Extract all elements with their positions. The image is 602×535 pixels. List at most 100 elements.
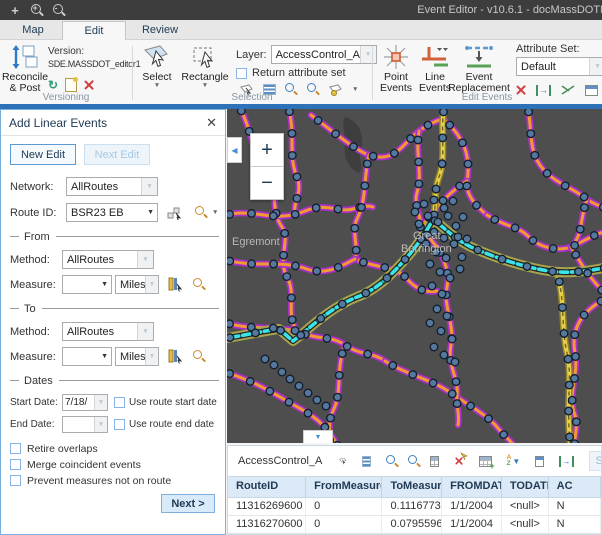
event-point-marker[interactable] bbox=[446, 274, 454, 282]
to-method-dropdown[interactable]: AllRoutes ▼ bbox=[62, 322, 154, 341]
to-units-caret[interactable]: ▼ bbox=[145, 348, 158, 365]
from-measure-zoom-icon[interactable] bbox=[193, 278, 206, 291]
event-point-marker[interactable] bbox=[281, 230, 289, 238]
event-point-marker[interactable] bbox=[430, 196, 438, 204]
event-point-marker[interactable] bbox=[443, 312, 451, 320]
column-header[interactable]: TODATE bbox=[502, 477, 549, 497]
from-measure-caret[interactable]: ▼ bbox=[98, 281, 111, 288]
rectangle-dropdown-caret[interactable]: ▼ bbox=[202, 83, 208, 89]
map-view[interactable]: EgremontGreatBarrington ◀ + − ▼ bbox=[227, 109, 602, 443]
route-pick-icon[interactable] bbox=[167, 206, 183, 220]
event-point-marker[interactable] bbox=[549, 245, 557, 253]
from-units-dropdown[interactable]: Miles ▼ bbox=[115, 275, 159, 294]
table-cell[interactable]: 11316269600 bbox=[228, 498, 306, 515]
reconcile-post-button[interactable]: Reconcile & Post bbox=[4, 44, 46, 94]
event-point-marker[interactable] bbox=[580, 311, 588, 319]
event-point-marker[interactable] bbox=[559, 304, 567, 312]
event-point-marker[interactable] bbox=[333, 441, 341, 443]
zoom-to-selected-icon[interactable] bbox=[386, 455, 393, 468]
event-point-marker[interactable] bbox=[454, 233, 462, 241]
event-point-marker[interactable] bbox=[339, 300, 347, 308]
event-point-marker[interactable] bbox=[474, 246, 482, 254]
event-point-marker[interactable] bbox=[278, 368, 286, 376]
from-measure-pick-icon[interactable] bbox=[167, 277, 183, 292]
event-point-marker[interactable] bbox=[572, 353, 580, 361]
to-method-caret[interactable]: ▼ bbox=[137, 323, 153, 340]
event-point-marker[interactable] bbox=[446, 121, 454, 129]
event-point-marker[interactable] bbox=[252, 329, 260, 337]
event-point-marker[interactable] bbox=[440, 204, 448, 212]
event-point-marker[interactable] bbox=[415, 220, 423, 228]
to-measure-combo[interactable]: ▼ bbox=[62, 347, 112, 366]
event-point-marker[interactable] bbox=[566, 433, 574, 441]
event-point-marker[interactable] bbox=[238, 109, 246, 115]
event-point-marker[interactable] bbox=[438, 290, 446, 298]
event-point-marker[interactable] bbox=[440, 109, 448, 116]
route-zoom-icon[interactable] bbox=[195, 206, 208, 219]
event-point-marker[interactable] bbox=[297, 331, 305, 339]
event-point-marker[interactable] bbox=[449, 197, 457, 205]
add-records-icon[interactable]: + bbox=[479, 456, 492, 467]
event-point-marker[interactable] bbox=[491, 216, 499, 224]
map-zoom-out-button[interactable]: − bbox=[250, 166, 284, 200]
event-point-marker[interactable] bbox=[364, 350, 372, 358]
event-point-marker[interactable] bbox=[363, 160, 371, 168]
event-point-marker[interactable] bbox=[565, 407, 573, 415]
layer-caret[interactable]: ▼ bbox=[360, 46, 376, 63]
table-cell[interactable]: 0.1116773 bbox=[382, 498, 442, 515]
event-point-marker[interactable] bbox=[369, 152, 377, 160]
event-point-marker[interactable] bbox=[439, 197, 447, 205]
select-dropdown-caret[interactable]: ▼ bbox=[154, 83, 160, 89]
event-point-marker[interactable] bbox=[565, 381, 573, 389]
event-point-marker[interactable] bbox=[580, 193, 588, 201]
event-point-marker[interactable] bbox=[426, 260, 434, 268]
merge-coincident-checkbox[interactable] bbox=[10, 459, 21, 470]
delete-version-icon[interactable] bbox=[84, 80, 94, 90]
event-point-marker[interactable] bbox=[322, 402, 330, 410]
event-point-marker[interactable] bbox=[459, 213, 467, 221]
from-method-caret[interactable]: ▼ bbox=[137, 251, 153, 268]
event-point-marker[interactable] bbox=[531, 151, 539, 159]
event-point-marker[interactable] bbox=[291, 211, 299, 219]
event-point-marker[interactable] bbox=[426, 319, 434, 327]
event-point-marker[interactable] bbox=[317, 315, 325, 323]
event-point-marker[interactable] bbox=[261, 355, 269, 363]
event-point-marker[interactable] bbox=[525, 109, 533, 116]
event-point-marker[interactable] bbox=[227, 370, 233, 378]
sort-icon[interactable]: AZ▼ bbox=[507, 455, 521, 467]
event-point-marker[interactable] bbox=[452, 222, 460, 230]
event-point-marker[interactable] bbox=[424, 121, 432, 129]
table-cell[interactable]: N bbox=[549, 498, 601, 515]
event-point-marker[interactable] bbox=[429, 379, 437, 387]
event-point-marker[interactable] bbox=[571, 242, 579, 250]
event-point-marker[interactable] bbox=[334, 264, 342, 272]
table-cell[interactable]: <null> bbox=[502, 498, 549, 515]
event-point-marker[interactable] bbox=[304, 409, 312, 417]
to-measure-caret[interactable]: ▼ bbox=[98, 353, 111, 360]
use-route-end-checkbox[interactable] bbox=[114, 419, 125, 430]
event-point-marker[interactable] bbox=[227, 257, 234, 265]
table-cell[interactable]: 11316270600 bbox=[228, 516, 306, 533]
event-point-marker[interactable] bbox=[266, 387, 274, 395]
table-cell[interactable]: N bbox=[549, 516, 601, 533]
event-point-marker[interactable] bbox=[439, 134, 447, 142]
event-point-marker[interactable] bbox=[573, 418, 581, 426]
event-point-marker[interactable] bbox=[332, 130, 340, 138]
network-dropdown[interactable]: AllRoutes ▼ bbox=[66, 177, 158, 196]
event-point-marker[interactable] bbox=[350, 143, 358, 151]
event-point-marker[interactable] bbox=[571, 331, 579, 339]
event-point-marker[interactable] bbox=[564, 355, 572, 363]
event-point-marker[interactable] bbox=[248, 210, 256, 218]
event-point-marker[interactable] bbox=[433, 305, 441, 313]
event-point-marker[interactable] bbox=[288, 294, 296, 302]
column-header[interactable]: AC bbox=[549, 477, 601, 497]
event-point-marker[interactable] bbox=[581, 204, 589, 212]
event-point-marker[interactable] bbox=[568, 396, 576, 404]
table-cell[interactable]: 0 bbox=[306, 516, 382, 533]
event-point-marker[interactable] bbox=[597, 297, 602, 305]
event-point-marker[interactable] bbox=[227, 320, 233, 328]
event-point-marker[interactable] bbox=[286, 375, 294, 383]
event-point-marker[interactable] bbox=[440, 234, 448, 242]
zoom-out-icon[interactable]: - bbox=[50, 2, 68, 18]
event-point-marker[interactable] bbox=[383, 274, 391, 282]
